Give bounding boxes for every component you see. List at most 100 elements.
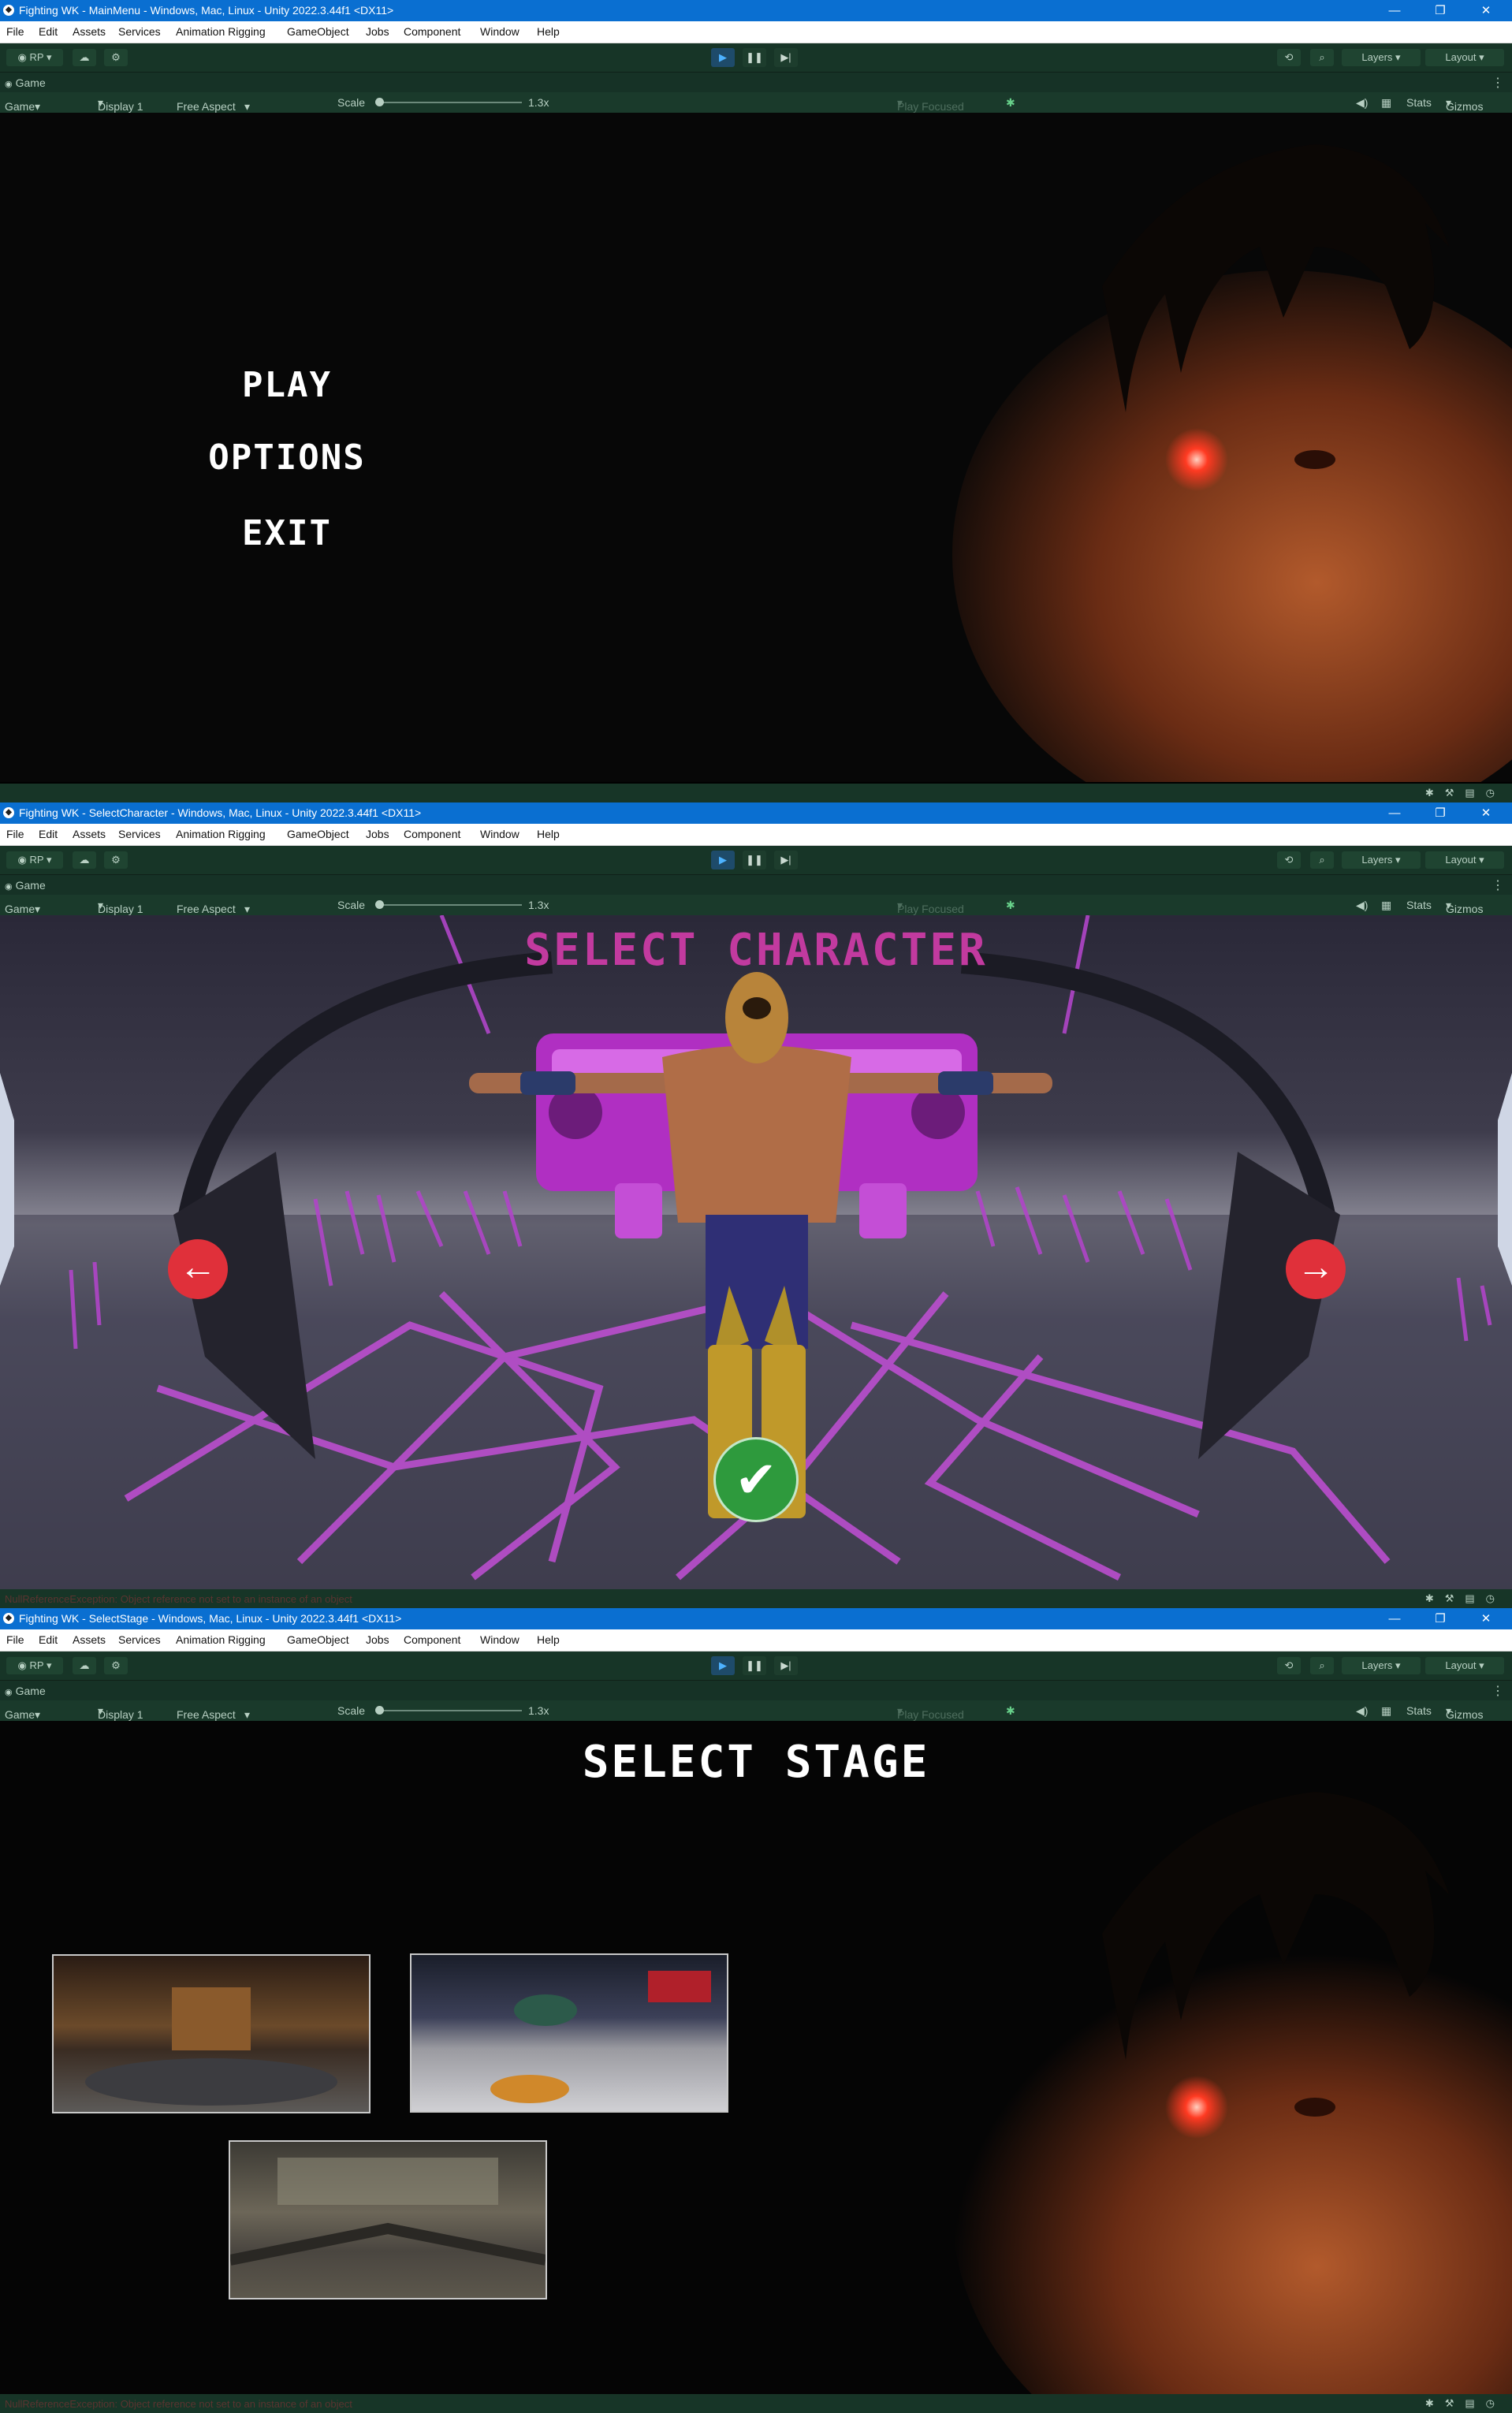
menu-window[interactable]: Window [480,25,520,38]
menu-window[interactable]: Window [480,828,520,840]
settings-icon[interactable]: ⚙ [104,1657,128,1674]
title-bar[interactable]: ◆ Fighting WK - SelectCharacter - Window… [0,802,1512,824]
scale-slider-track[interactable] [378,102,522,103]
minimize-icon[interactable]: — [1376,1608,1413,1629]
keyboard-icon[interactable]: ▦ [1381,899,1391,912]
scale-slider-handle[interactable] [375,1706,384,1715]
menu-gameobject[interactable]: GameObject [287,1633,349,1646]
history-icon[interactable]: ⟲ [1277,1657,1301,1674]
status-icons[interactable]: ✱⚒▤◷ [1425,2397,1506,2410]
title-bar[interactable]: ◆ Fighting WK - MainMenu - Windows, Mac,… [0,0,1512,21]
close-icon[interactable]: ✕ [1468,1608,1504,1629]
close-icon[interactable]: ✕ [1468,802,1504,824]
close-icon[interactable]: ✕ [1468,0,1504,21]
console-error-message[interactable]: NullReferenceException: Object reference… [5,2398,352,2410]
game-tab[interactable]: ◉ Game [5,76,46,89]
stage-thumbnail-arena[interactable] [410,1953,728,2113]
restore-icon[interactable]: ❐ [1422,1608,1458,1629]
menu-jobs[interactable]: Jobs [366,828,389,840]
cloud-icon[interactable]: ☁ [73,851,96,869]
scale-slider-handle[interactable] [375,98,384,106]
next-character-arrow-icon[interactable]: → [1286,1239,1346,1299]
play-mode-dropdown[interactable]: Play Focused ▾ [897,96,964,113]
settings-icon[interactable]: ⚙ [104,851,128,869]
cloud-icon[interactable]: ☁ [73,1657,96,1674]
layout-dropdown[interactable]: Layout ▾ [1425,1657,1504,1674]
menu-animation-rigging[interactable]: Animation Rigging [176,828,266,840]
title-bar[interactable]: ◆ Fighting WK - SelectStage - Windows, M… [0,1608,1512,1629]
menu-edit[interactable]: Edit [39,828,58,840]
menu-gameobject[interactable]: GameObject [287,25,349,38]
menu-component[interactable]: Component [404,828,460,840]
scale-slider-handle[interactable] [375,900,384,909]
confirm-check-icon[interactable]: ✔ [713,1437,799,1522]
bug-icon[interactable]: ✱ [1006,899,1015,912]
menu-help[interactable]: Help [537,828,560,840]
display-dropdown[interactable]: Display 1 ▾ [98,96,143,113]
layers-dropdown[interactable]: Layers ▾ [1342,49,1421,66]
restore-icon[interactable]: ❐ [1422,802,1458,824]
stage-thumbnail-warehouse[interactable] [229,2140,547,2299]
search-icon[interactable]: ⌕ [1310,851,1334,869]
search-icon[interactable]: ⌕ [1310,1657,1334,1674]
search-icon[interactable]: ⌕ [1310,49,1334,66]
menu-component[interactable]: Component [404,25,460,38]
menu-services[interactable]: Services [118,828,161,840]
history-icon[interactable]: ⟲ [1277,851,1301,869]
pause-icon[interactable]: ❚❚ [743,851,766,869]
step-icon[interactable]: ▶| [774,1656,798,1675]
menu-gameobject[interactable]: GameObject [287,828,349,840]
game-viewport[interactable]: SELECT STAGE [0,1721,1512,2395]
menu-services[interactable]: Services [118,1633,161,1646]
layout-dropdown[interactable]: Layout ▾ [1425,49,1504,66]
console-error-message[interactable]: NullReferenceException: Object reference… [5,1593,352,1605]
menu-assets[interactable]: Assets [73,1633,106,1646]
cloud-icon[interactable]: ☁ [73,49,96,66]
menu-file[interactable]: File [6,1633,24,1646]
history-icon[interactable]: ⟲ [1277,49,1301,66]
restore-icon[interactable]: ❐ [1422,0,1458,21]
keyboard-icon[interactable]: ▦ [1381,96,1391,110]
menu-jobs[interactable]: Jobs [366,1633,389,1646]
game-viewport[interactable]: PLAY OPTIONS EXIT [0,113,1512,782]
options-menu-item[interactable]: OPTIONS [181,438,393,478]
layers-dropdown[interactable]: Layers ▾ [1342,851,1421,869]
stage-thumbnail-temple[interactable] [52,1954,371,2113]
menu-animation-rigging[interactable]: Animation Rigging [176,25,266,38]
play-menu-item[interactable]: PLAY [181,365,393,405]
step-icon[interactable]: ▶| [774,851,798,869]
gizmos-dropdown[interactable]: Gizmos ▾ [1446,1704,1483,1721]
menu-edit[interactable]: Edit [39,1633,58,1646]
minimize-icon[interactable]: — [1376,802,1413,824]
play-mode-dropdown[interactable]: Play Focused ▾ [897,899,964,915]
game-tab[interactable]: ◉ Game [5,879,46,892]
gizmos-dropdown[interactable]: Gizmos ▾ [1446,96,1483,113]
menu-services[interactable]: Services [118,25,161,38]
menu-help[interactable]: Help [537,25,560,38]
scale-slider-track[interactable] [378,904,522,906]
more-options-icon[interactable]: ⋮ [1492,1683,1504,1699]
pause-icon[interactable]: ❚❚ [743,1656,766,1675]
menu-window[interactable]: Window [480,1633,520,1646]
menu-assets[interactable]: Assets [73,828,106,840]
bug-icon[interactable]: ✱ [1006,1704,1015,1718]
menu-animation-rigging[interactable]: Animation Rigging [176,1633,266,1646]
stats-button[interactable]: Stats [1406,96,1432,109]
previous-character-arrow-icon[interactable]: ← [168,1239,228,1299]
minimize-icon[interactable]: — [1376,0,1413,21]
scale-slider-track[interactable] [378,1710,522,1711]
bug-icon[interactable]: ✱ [1006,96,1015,110]
step-icon[interactable]: ▶| [774,48,798,67]
status-icons[interactable]: ✱⚒▤◷ [1425,1592,1506,1605]
audio-icon[interactable]: ◀) [1356,899,1368,912]
more-options-icon[interactable]: ⋮ [1492,877,1504,893]
audio-icon[interactable]: ◀) [1356,96,1368,110]
settings-icon[interactable]: ⚙ [104,49,128,66]
stats-button[interactable]: Stats [1406,1704,1432,1717]
menu-edit[interactable]: Edit [39,25,58,38]
menu-assets[interactable]: Assets [73,25,106,38]
menu-component[interactable]: Component [404,1633,460,1646]
pause-icon[interactable]: ❚❚ [743,48,766,67]
status-icons[interactable]: ✱⚒▤◷ [1425,787,1506,799]
play-mode-dropdown[interactable]: Play Focused ▾ [897,1704,964,1721]
